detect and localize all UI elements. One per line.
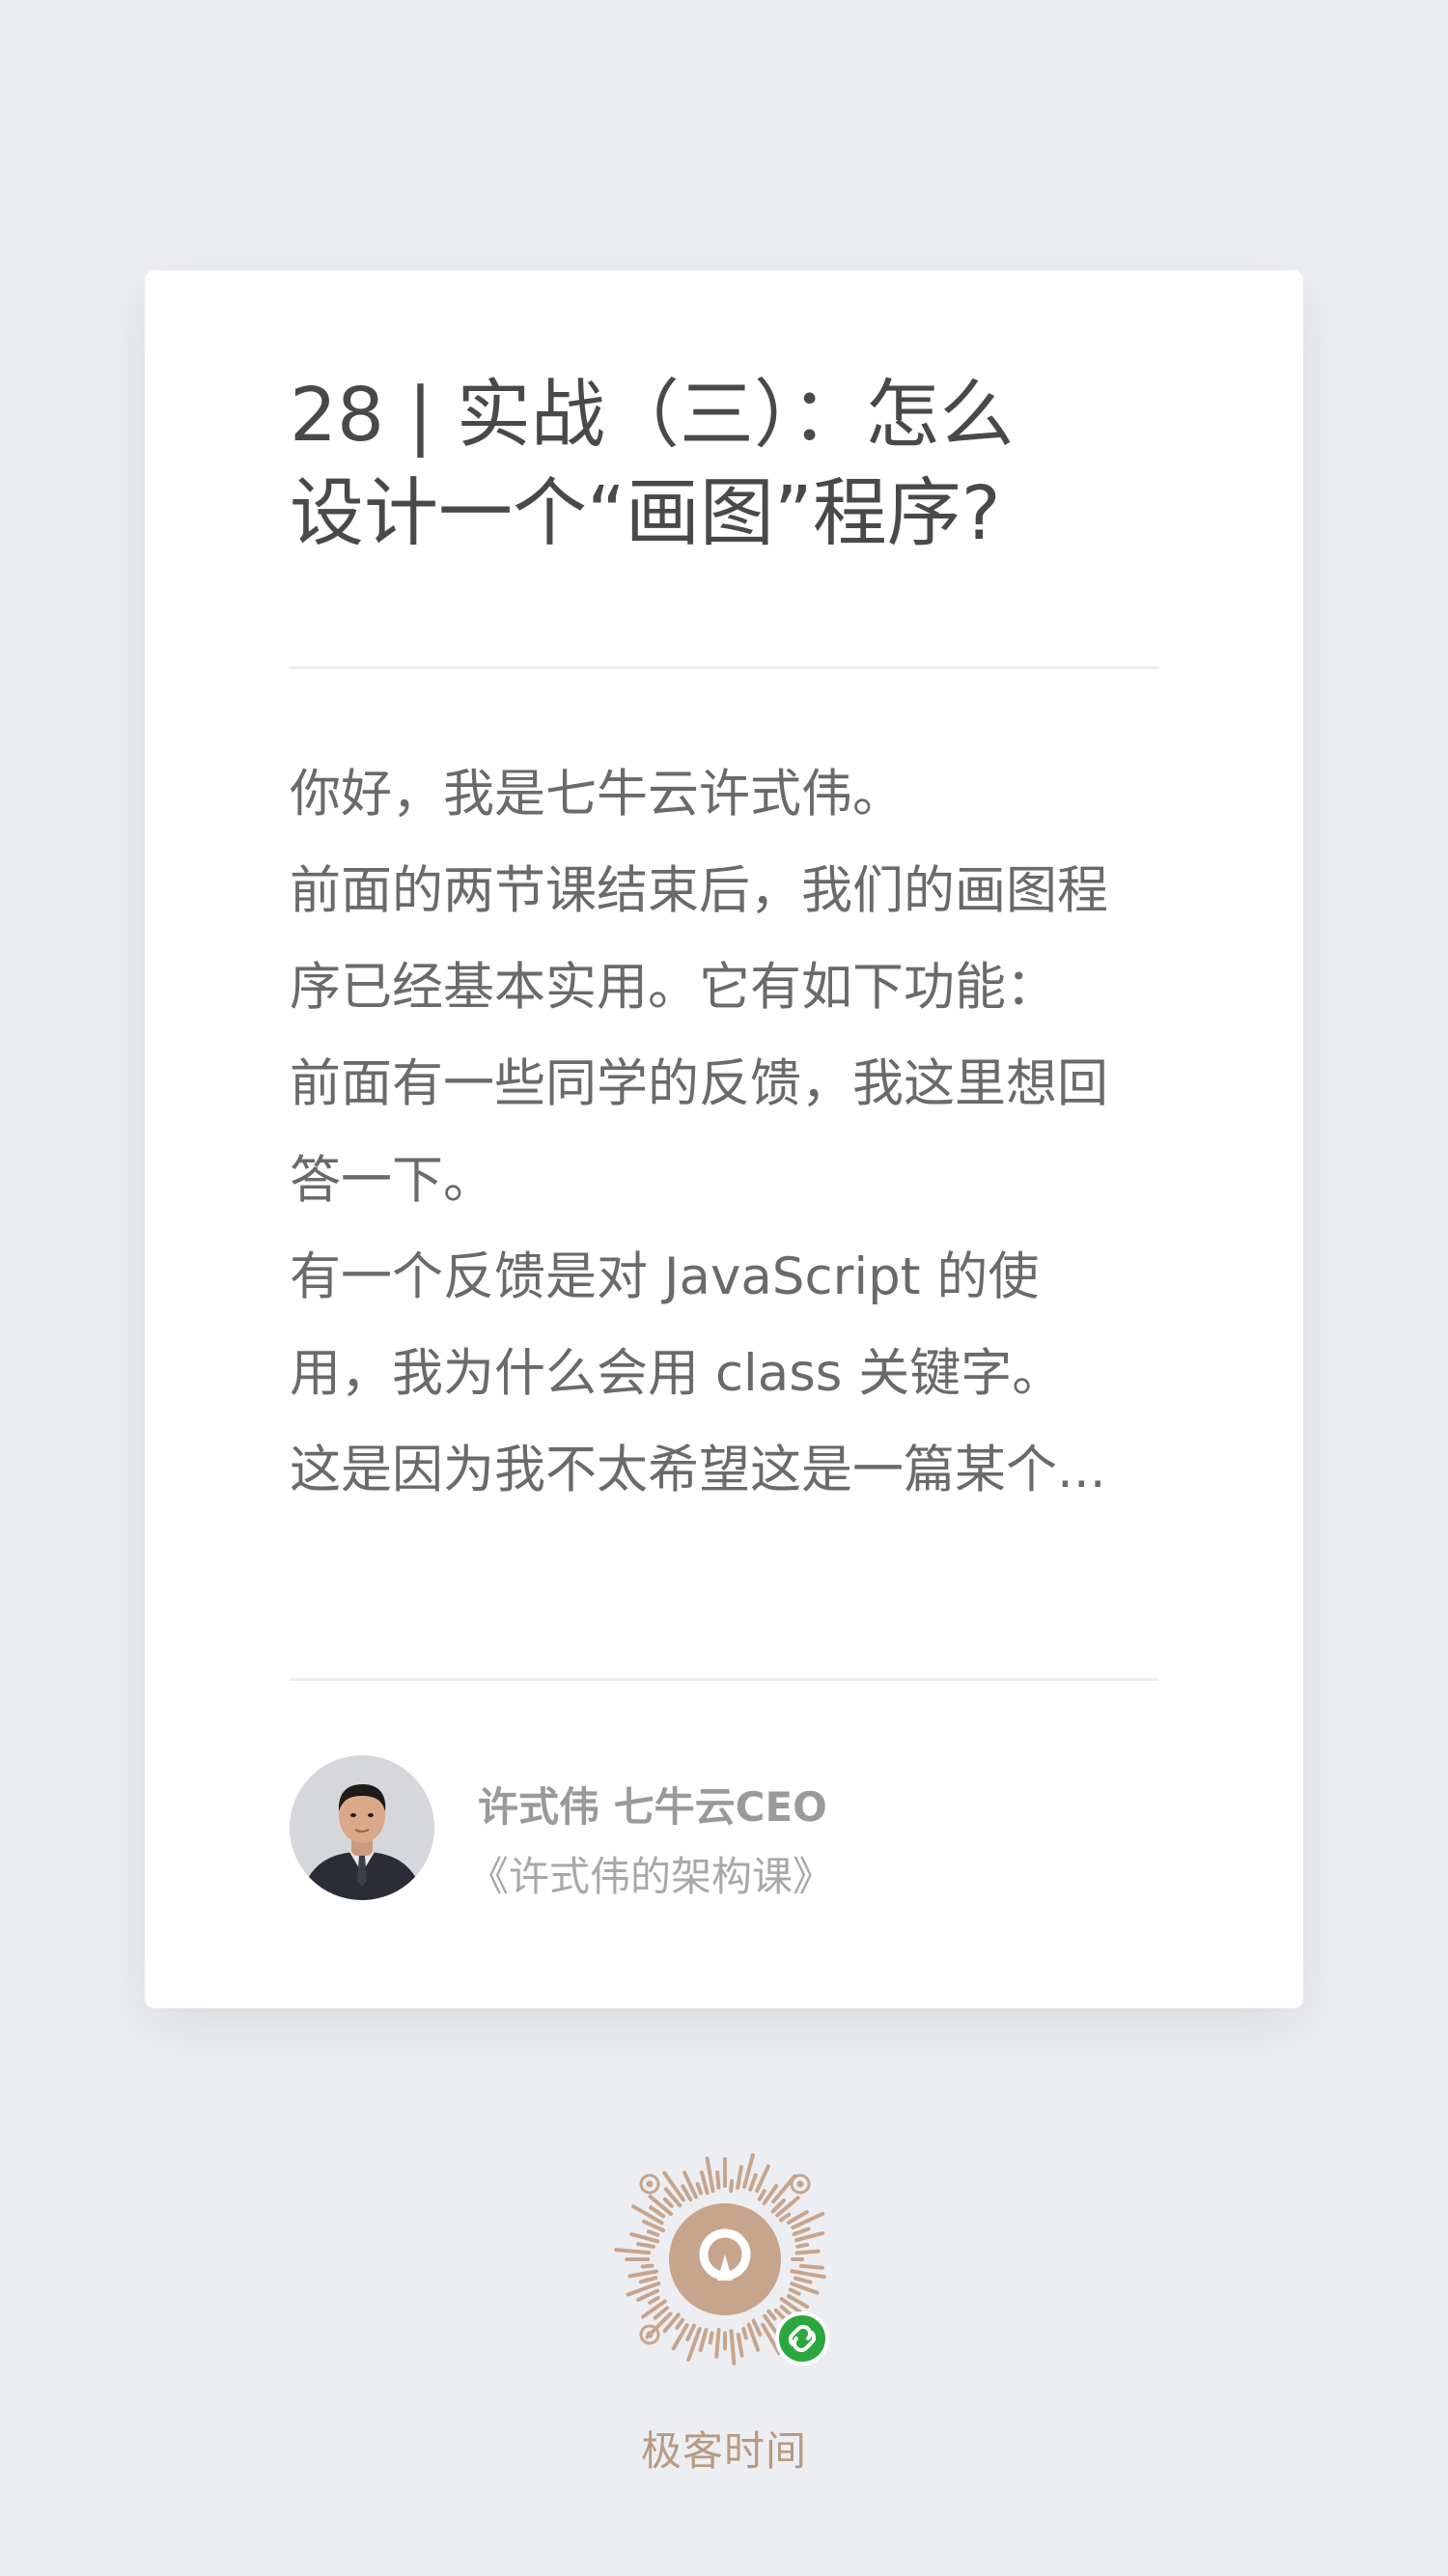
qr-dash — [729, 2179, 735, 2193]
article-excerpt: 你好，我是七牛云许式伟。 前面的两节课结束后，我们的画图程 序已经基本实用。它有… — [290, 746, 1178, 1519]
excerpt-line: 前面有一些同学的反馈，我这里想回 — [290, 1054, 1108, 1113]
qr-dash — [705, 2156, 715, 2194]
qr-dash — [788, 2287, 801, 2296]
title-divider — [290, 666, 1158, 669]
qr-dash — [648, 2295, 660, 2305]
qr-dash — [741, 2326, 748, 2340]
qr-dash — [792, 2226, 811, 2236]
excerpt-line: 答一下。 — [290, 1151, 494, 1210]
mini-program-link-icon — [775, 2311, 829, 2366]
qr-dash — [708, 2331, 714, 2345]
qr-dash — [640, 2263, 654, 2269]
qr-dash — [795, 2243, 809, 2249]
course-name: 《许式伟的架构课》 — [468, 1853, 834, 1900]
author-divider — [290, 1678, 1158, 1681]
qr-dash — [649, 2205, 666, 2219]
article-card[interactable]: 28 | 实战（三）：怎么 设计一个“画图”程序? 你好，我是七牛云许式伟。 前… — [145, 270, 1303, 2008]
qr-dash — [627, 2269, 659, 2279]
qr-dash — [614, 2248, 652, 2255]
article-title-line-1: 28 | 实战（三）：怎么 — [290, 373, 1015, 459]
qr-dash — [698, 2328, 709, 2353]
qr-dash — [748, 2172, 758, 2192]
qr-dash — [794, 2276, 813, 2284]
qr-dash — [729, 2329, 737, 2366]
excerpt-line: 序已经基本实用。它有如下功能： — [290, 958, 1057, 1017]
qr-dash — [638, 2276, 658, 2284]
qr-dash — [755, 2164, 770, 2194]
qr-dash — [794, 2249, 821, 2255]
qr-dash — [766, 2309, 777, 2321]
author-block: 许式伟 七牛云CEO 《许式伟的架构课》 — [290, 1755, 1158, 1902]
avatar — [290, 1755, 434, 1900]
qr-dash — [662, 2197, 674, 2208]
qr-dash — [695, 2182, 703, 2196]
qr-dash — [685, 2323, 696, 2342]
excerpt-line: 有一个反馈是对 JavaScript 的使 — [290, 1247, 1040, 1306]
qr-dash — [757, 2189, 766, 2201]
article-title-line-2: 设计一个“画图”程序? — [290, 471, 1001, 557]
qr-dash — [714, 2327, 721, 2359]
qr-dash — [775, 2196, 800, 2218]
qr-dash — [736, 2165, 743, 2190]
excerpt-line: 前面的两节课结束后，我们的画图程 — [290, 861, 1108, 920]
article-title: 28 | 实战（三）：怎么 设计一个“画图”程序? — [290, 367, 1158, 564]
qr-dash — [631, 2204, 664, 2226]
excerpt-line: 你好，我是七牛云许式伟。 — [290, 765, 904, 824]
excerpt-line: 这是因为我不太希望这是一篇某个... — [290, 1441, 1106, 1499]
brand-name: 极客时间 — [640, 2427, 807, 2475]
qr-dash — [798, 2263, 824, 2270]
qr-dash — [699, 2170, 710, 2196]
qr-dash — [779, 2212, 792, 2223]
excerpt-line: 用，我为什么会用 class 关键字。 — [290, 1344, 1064, 1403]
qr-dash — [751, 2318, 763, 2337]
author-name: 许式伟 七牛云CEO — [478, 1783, 827, 1831]
qr-dash — [715, 2170, 721, 2190]
qr-dash — [647, 2229, 660, 2237]
mini-program-code-icon[interactable] — [601, 2136, 849, 2383]
qr-dash — [675, 2317, 684, 2330]
qr-dash — [790, 2269, 826, 2280]
qr-dash — [794, 2230, 825, 2243]
qr-dash — [736, 2333, 744, 2358]
qr-dash — [636, 2242, 655, 2249]
